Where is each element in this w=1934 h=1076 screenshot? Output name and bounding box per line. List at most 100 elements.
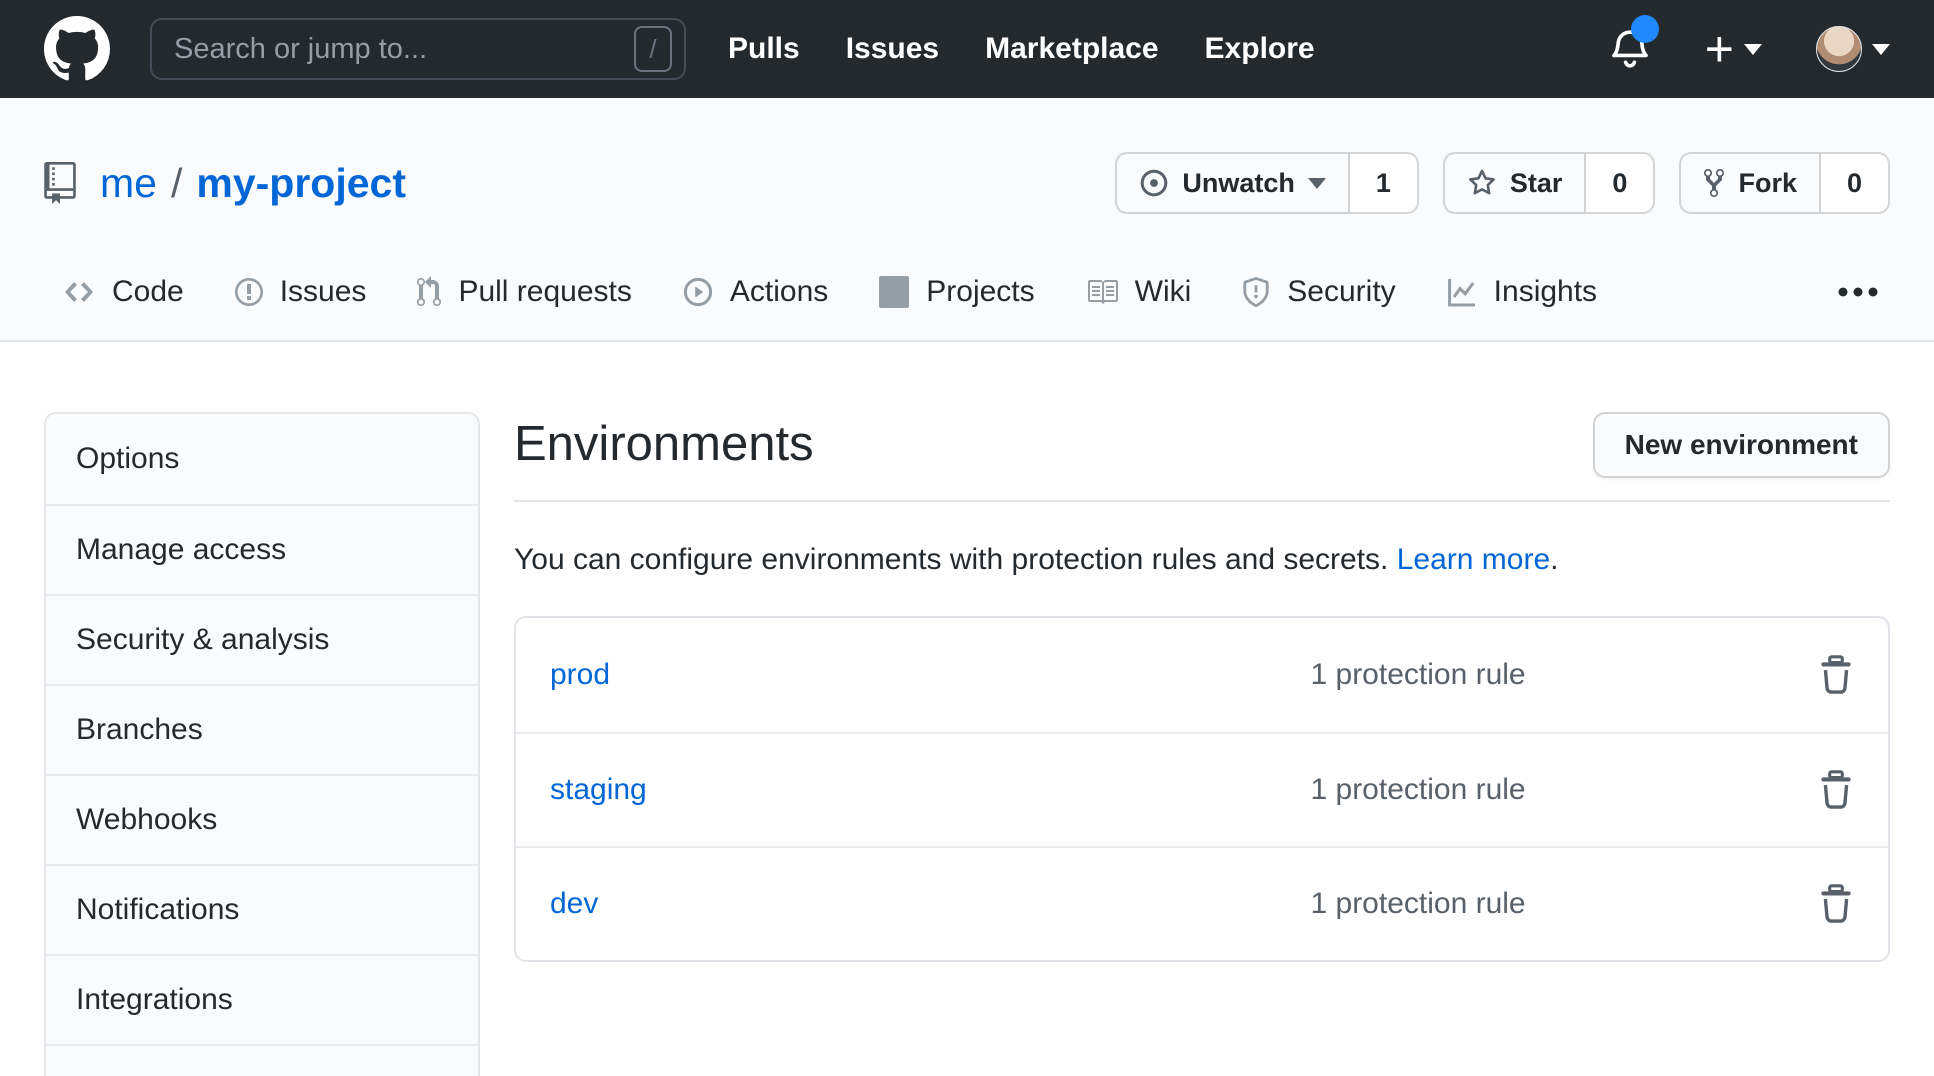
unread-notification-dot: [1631, 15, 1659, 43]
tab-label: Insights: [1494, 274, 1597, 310]
watchers-count[interactable]: 1: [1350, 152, 1419, 214]
breadcrumb-separator: /: [171, 160, 182, 207]
sidebar-item-notifications[interactable]: Notifications: [46, 864, 478, 954]
environment-link-prod[interactable]: prod: [550, 658, 1310, 692]
sidebar-item-branches[interactable]: Branches: [46, 684, 478, 774]
tab-insights[interactable]: Insights: [1428, 252, 1615, 340]
issue-opened-icon: [234, 276, 264, 308]
breadcrumb: me / my-project Unwatch 1: [44, 150, 1890, 216]
sidebar-item-webhooks[interactable]: Webhooks: [46, 774, 478, 864]
search-input[interactable]: [174, 33, 634, 66]
settings-sidebar: Options Manage access Security & analysi…: [44, 412, 480, 1076]
new-environment-button[interactable]: New environment: [1593, 412, 1890, 478]
github-mark-icon: [44, 16, 110, 82]
avatar: [1816, 26, 1862, 72]
code-icon: [62, 276, 96, 308]
tab-label: Issues: [280, 274, 367, 310]
repo-owner-link[interactable]: me: [100, 160, 157, 207]
global-nav: Pulls Issues Marketplace Explore: [728, 32, 1315, 66]
protection-rule-count: 1 protection rule: [1310, 658, 1806, 692]
tab-issues[interactable]: Issues: [216, 252, 385, 340]
repo-forked-icon: [1703, 167, 1725, 199]
fork-button[interactable]: Fork: [1679, 152, 1821, 214]
repo-tabs: Code Issues Pull requests Actions Projec…: [44, 252, 1890, 340]
notifications-button[interactable]: [1609, 27, 1651, 71]
tab-label: Code: [112, 274, 184, 310]
user-menu-button[interactable]: [1816, 26, 1890, 72]
create-new-button[interactable]: +: [1705, 29, 1762, 69]
graph-icon: [1446, 276, 1478, 308]
project-icon: [878, 276, 910, 308]
page-body: Options Manage access Security & analysi…: [0, 342, 1934, 1076]
environments-description: You can configure environments with prot…: [514, 540, 1890, 580]
repo-icon: [44, 162, 100, 204]
delete-environment-button[interactable]: [1806, 654, 1854, 696]
description-text: You can configure environments with prot…: [514, 543, 1388, 576]
nav-item-issues[interactable]: Issues: [846, 32, 939, 66]
fork-button-group: Fork 0: [1679, 152, 1890, 214]
tab-label: Actions: [730, 274, 828, 310]
sidebar-item-manage-access[interactable]: Manage access: [46, 504, 478, 594]
environment-link-staging[interactable]: staging: [550, 773, 1310, 807]
protection-rule-count: 1 protection rule: [1310, 773, 1806, 807]
environments-list: prod 1 protection rule staging 1 protect…: [514, 616, 1890, 962]
repo-header: me / my-project Unwatch 1: [0, 98, 1934, 342]
tab-actions[interactable]: Actions: [664, 252, 846, 340]
star-icon: [1467, 168, 1497, 198]
tab-pull-requests[interactable]: Pull requests: [398, 252, 649, 340]
environment-row: prod 1 protection rule: [516, 618, 1888, 732]
stargazers-count[interactable]: 0: [1586, 152, 1655, 214]
tab-label: Security: [1287, 274, 1395, 310]
shield-icon: [1241, 276, 1271, 308]
book-icon: [1085, 276, 1119, 308]
tab-label: Wiki: [1135, 274, 1192, 310]
trash-icon: [1818, 654, 1854, 696]
tab-code[interactable]: Code: [44, 252, 202, 340]
kebab-horizontal-icon: [1838, 286, 1878, 298]
tab-wiki[interactable]: Wiki: [1067, 252, 1210, 340]
slash-key-hint: /: [634, 26, 672, 72]
eye-icon: [1139, 168, 1169, 198]
unwatch-label: Unwatch: [1182, 168, 1295, 199]
sidebar-item-integrations[interactable]: Integrations: [46, 954, 478, 1044]
chevron-down-icon: [1872, 44, 1890, 55]
delete-environment-button[interactable]: [1806, 769, 1854, 811]
unwatch-button[interactable]: Unwatch: [1115, 152, 1350, 214]
nav-item-pulls[interactable]: Pulls: [728, 32, 800, 66]
sidebar-item-partial[interactable]: [46, 1044, 478, 1076]
environment-row: staging 1 protection rule: [516, 732, 1888, 846]
star-button-group: Star 0: [1443, 152, 1656, 214]
page-title: Environments: [514, 412, 814, 476]
play-icon: [682, 276, 714, 308]
nav-item-marketplace[interactable]: Marketplace: [985, 32, 1158, 66]
tab-projects[interactable]: Projects: [860, 252, 1052, 340]
sidebar-item-security-analysis[interactable]: Security & analysis: [46, 594, 478, 684]
trash-icon: [1818, 769, 1854, 811]
learn-more-link[interactable]: Learn more: [1397, 543, 1550, 576]
star-button[interactable]: Star: [1443, 152, 1587, 214]
repo-name-link[interactable]: my-project: [196, 160, 406, 207]
plus-icon: +: [1705, 29, 1734, 69]
sidebar-item-options[interactable]: Options: [46, 414, 478, 504]
forks-count[interactable]: 0: [1821, 152, 1890, 214]
global-search[interactable]: /: [150, 18, 686, 80]
git-pull-request-icon: [416, 276, 442, 308]
nav-item-explore[interactable]: Explore: [1205, 32, 1315, 66]
github-logo[interactable]: [44, 16, 110, 82]
delete-environment-button[interactable]: [1806, 883, 1854, 925]
more-tabs-button[interactable]: [1826, 264, 1890, 328]
protection-rule-count: 1 protection rule: [1310, 887, 1806, 921]
tab-label: Pull requests: [458, 274, 631, 310]
fork-label: Fork: [1738, 168, 1797, 199]
title-divider: [514, 500, 1890, 502]
environment-row: dev 1 protection rule: [516, 846, 1888, 960]
watch-button-group: Unwatch 1: [1115, 152, 1419, 214]
trash-icon: [1818, 883, 1854, 925]
repo-actions: Unwatch 1 Star 0: [1115, 152, 1890, 214]
header-right-cluster: +: [1609, 26, 1890, 72]
environment-link-dev[interactable]: dev: [550, 887, 1310, 921]
global-header: / Pulls Issues Marketplace Explore +: [0, 0, 1934, 98]
tab-security[interactable]: Security: [1223, 252, 1413, 340]
chevron-down-icon: [1308, 178, 1326, 189]
description-period: .: [1550, 543, 1558, 576]
